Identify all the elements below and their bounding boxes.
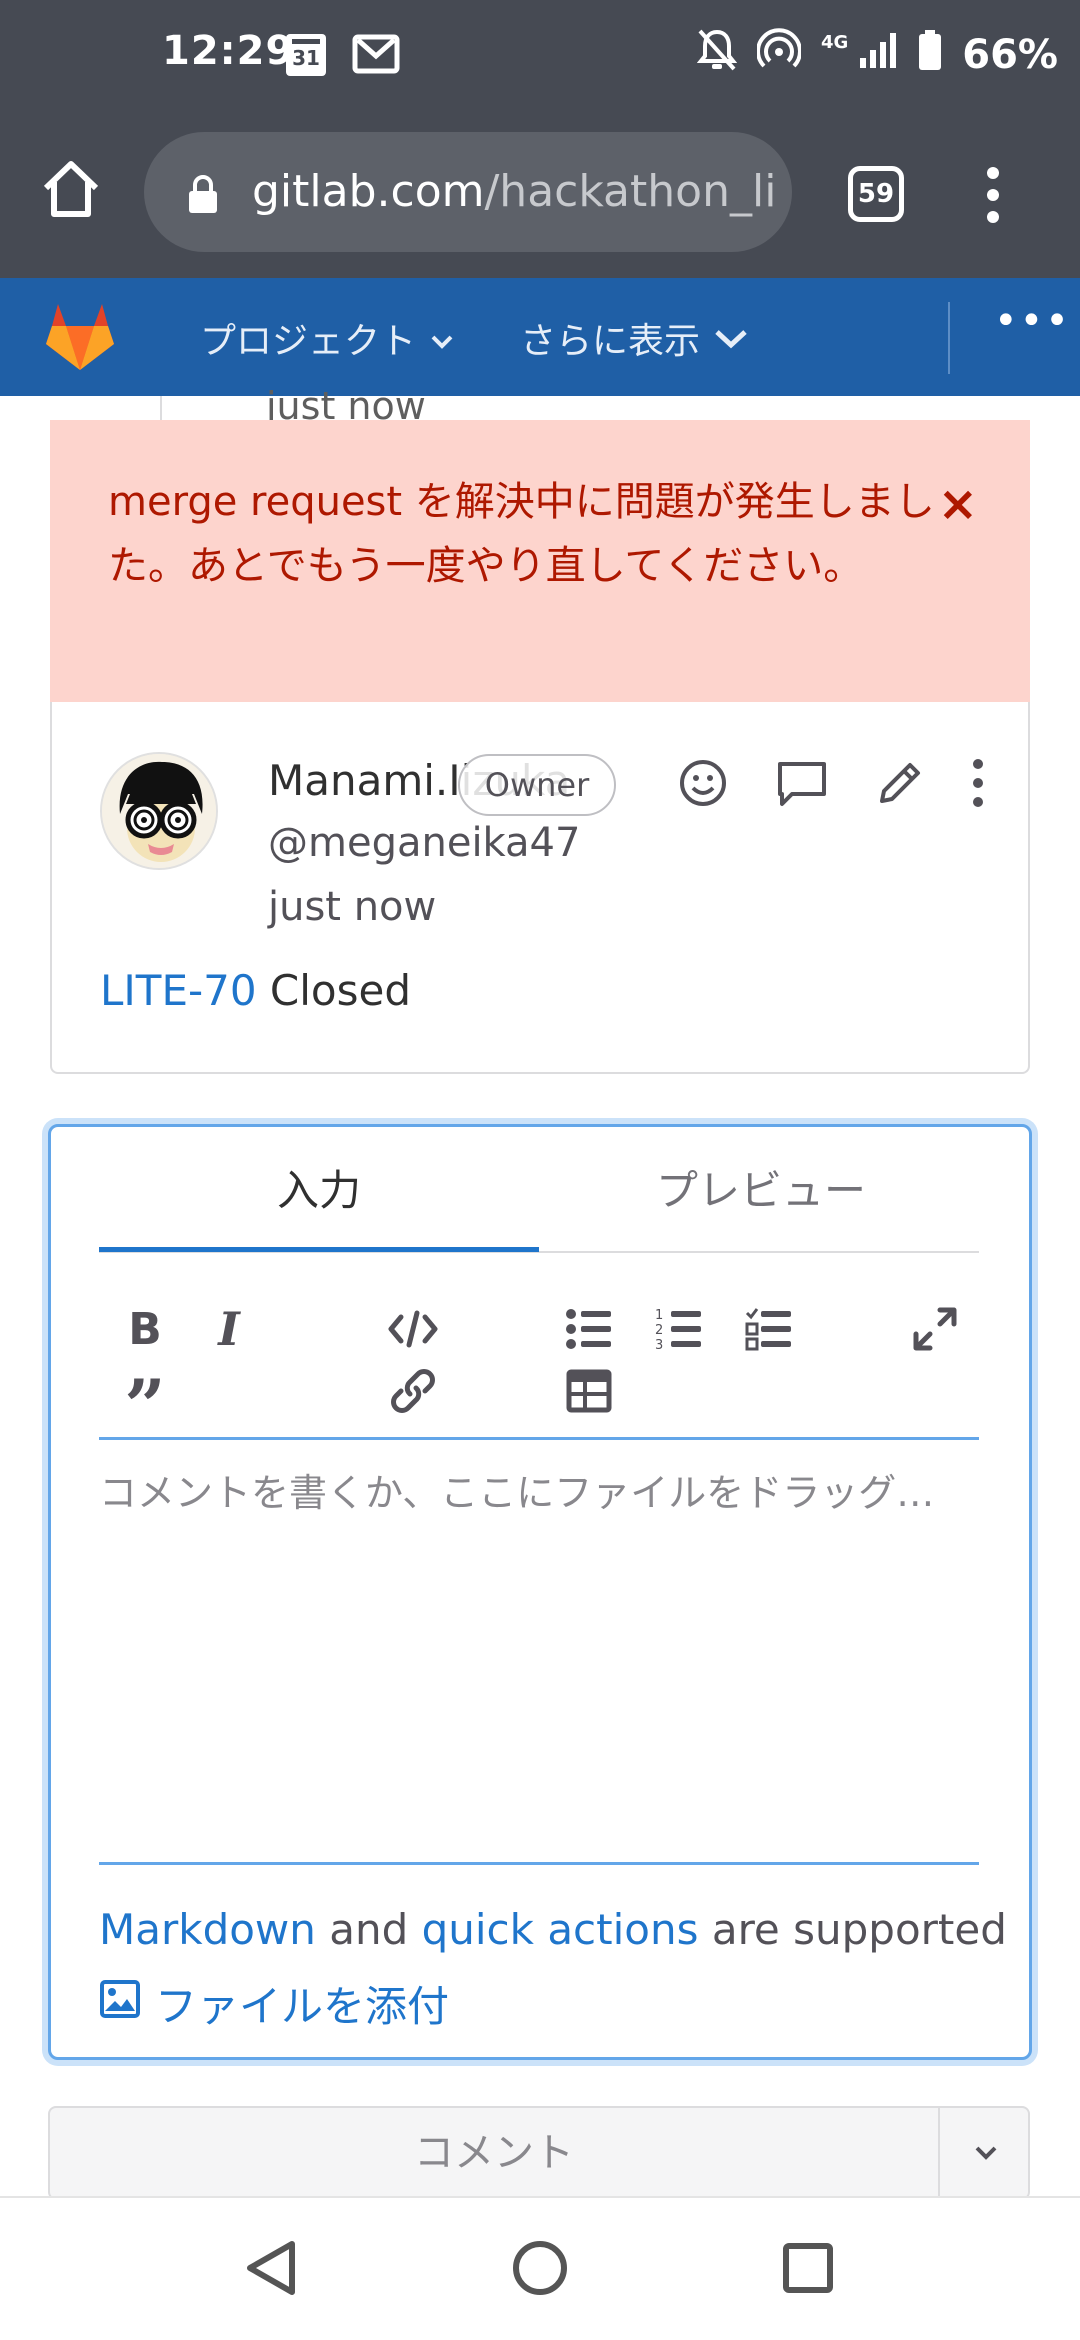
chevron-down-icon (430, 318, 454, 359)
network-4g-icon: 4G (820, 32, 849, 53)
battery-icon (918, 29, 942, 81)
code-icon[interactable] (385, 1301, 441, 1357)
chevron-down-icon (714, 318, 748, 359)
gmail-icon (352, 34, 400, 78)
reply-comment-icon[interactable] (776, 758, 828, 812)
nav-more-label: さらに表示 (520, 321, 701, 362)
nav-divider (948, 302, 950, 374)
avatar[interactable] (100, 752, 218, 870)
fullscreen-icon[interactable] (907, 1301, 963, 1357)
recent-apps-icon[interactable] (782, 2242, 834, 2298)
comment-button-group: コメント (48, 2106, 1030, 2200)
status-bar: 12:29 31 4G 66% (0, 0, 1080, 110)
status-right: 4G 66% (696, 28, 1058, 82)
svg-text:2: 2 (655, 1323, 663, 1338)
more-actions-icon[interactable] (972, 758, 984, 812)
link-icon[interactable] (385, 1363, 441, 1419)
supported-text: are supported (698, 1905, 1007, 1954)
edit-pencil-icon[interactable] (876, 759, 924, 811)
italic-icon[interactable]: I (201, 1301, 257, 1357)
note-status-text: Closed (256, 966, 412, 1015)
author-handle[interactable]: @meganeika47 (268, 820, 580, 866)
status-time: 12:29 (162, 28, 295, 74)
attach-file-label: ファイルを添付 (155, 1982, 450, 2031)
hotspot-icon (755, 28, 802, 82)
tab-input[interactable]: 入力 (99, 1157, 539, 1218)
home-icon[interactable] (40, 158, 102, 224)
battery-percent: 66% (962, 32, 1058, 78)
lock-icon (186, 174, 220, 218)
note-actions (678, 758, 984, 812)
chevron-down-icon (974, 2145, 998, 2165)
markdown-link[interactable]: Markdown (99, 1905, 316, 1954)
more-options-icon[interactable]: ••• (994, 298, 1071, 344)
issue-link[interactable]: LITE-70 (100, 966, 257, 1015)
calendar-icon: 31 (286, 34, 326, 76)
comment-options-dropdown[interactable] (940, 2108, 1028, 2198)
comment-form: 入力 プレビュー B I 123 ” Markdown and quick ac… (48, 1124, 1032, 2060)
url-path: /hackathon_li (484, 166, 777, 217)
signal-icon (858, 30, 898, 80)
note-card: Manami.Iizuka Owner @meganeika47 just no… (50, 702, 1030, 1074)
error-alert: merge request を解決中に問題が発生しました。あとでもう一度やり直し… (50, 420, 1030, 702)
comment-textarea[interactable] (99, 1440, 979, 1864)
svg-text:1: 1 (655, 1308, 663, 1323)
tab-preview[interactable]: プレビュー (541, 1157, 981, 1218)
quote-icon[interactable]: ” (117, 1363, 173, 1442)
markdown-hint: Markdown and quick actions are supported (99, 1905, 1007, 1954)
gitlab-navbar: プロジェクト さらに表示 ••• (0, 278, 1080, 396)
comment-submit-button[interactable]: コメント (50, 2108, 938, 2198)
nav-projects-dropdown[interactable]: プロジェクト (200, 312, 454, 364)
owner-badge: Owner (458, 754, 616, 816)
bullet-list-icon[interactable] (561, 1301, 617, 1357)
android-nav-bar (0, 2196, 1080, 2340)
emoji-reaction-icon[interactable] (678, 758, 728, 812)
and-text: and (315, 1905, 422, 1954)
textarea-divider (99, 1862, 979, 1865)
attach-file-button[interactable]: ファイルを添付 (99, 1973, 449, 2034)
browser-toolbar: gitlab.com/hackathon_li 59 (0, 110, 1080, 278)
numbered-list-icon[interactable]: 123 (651, 1301, 707, 1357)
note-body: LITE-70 Closed (100, 966, 411, 1015)
browser-menu-icon[interactable] (986, 166, 1000, 228)
alert-message: merge request を解決中に問題が発生しました。あとでもう一度やり直し… (108, 479, 935, 589)
svg-text:3: 3 (655, 1338, 663, 1351)
table-icon[interactable] (561, 1363, 617, 1419)
close-icon[interactable]: × (938, 476, 978, 532)
nav-more-dropdown[interactable]: さらに表示 (520, 312, 748, 364)
mute-notifications-icon (696, 28, 738, 82)
url-host: gitlab.com (252, 166, 485, 217)
back-icon[interactable] (244, 2238, 298, 2302)
url-text: gitlab.com/hackathon_li (252, 166, 776, 217)
note-timestamp[interactable]: just now (268, 884, 436, 930)
nav-projects-label: プロジェクト (200, 321, 417, 362)
quick-actions-link[interactable]: quick actions (422, 1905, 699, 1954)
tab-switcher-button[interactable]: 59 (848, 166, 904, 222)
bold-icon[interactable]: B (117, 1301, 173, 1357)
gitlab-logo-icon[interactable] (42, 300, 118, 376)
active-tab-indicator (99, 1247, 539, 1252)
address-bar[interactable]: gitlab.com/hackathon_li (144, 132, 792, 252)
home-button-icon[interactable] (512, 2240, 568, 2300)
task-list-icon[interactable] (741, 1301, 797, 1357)
image-icon (99, 1979, 141, 2029)
